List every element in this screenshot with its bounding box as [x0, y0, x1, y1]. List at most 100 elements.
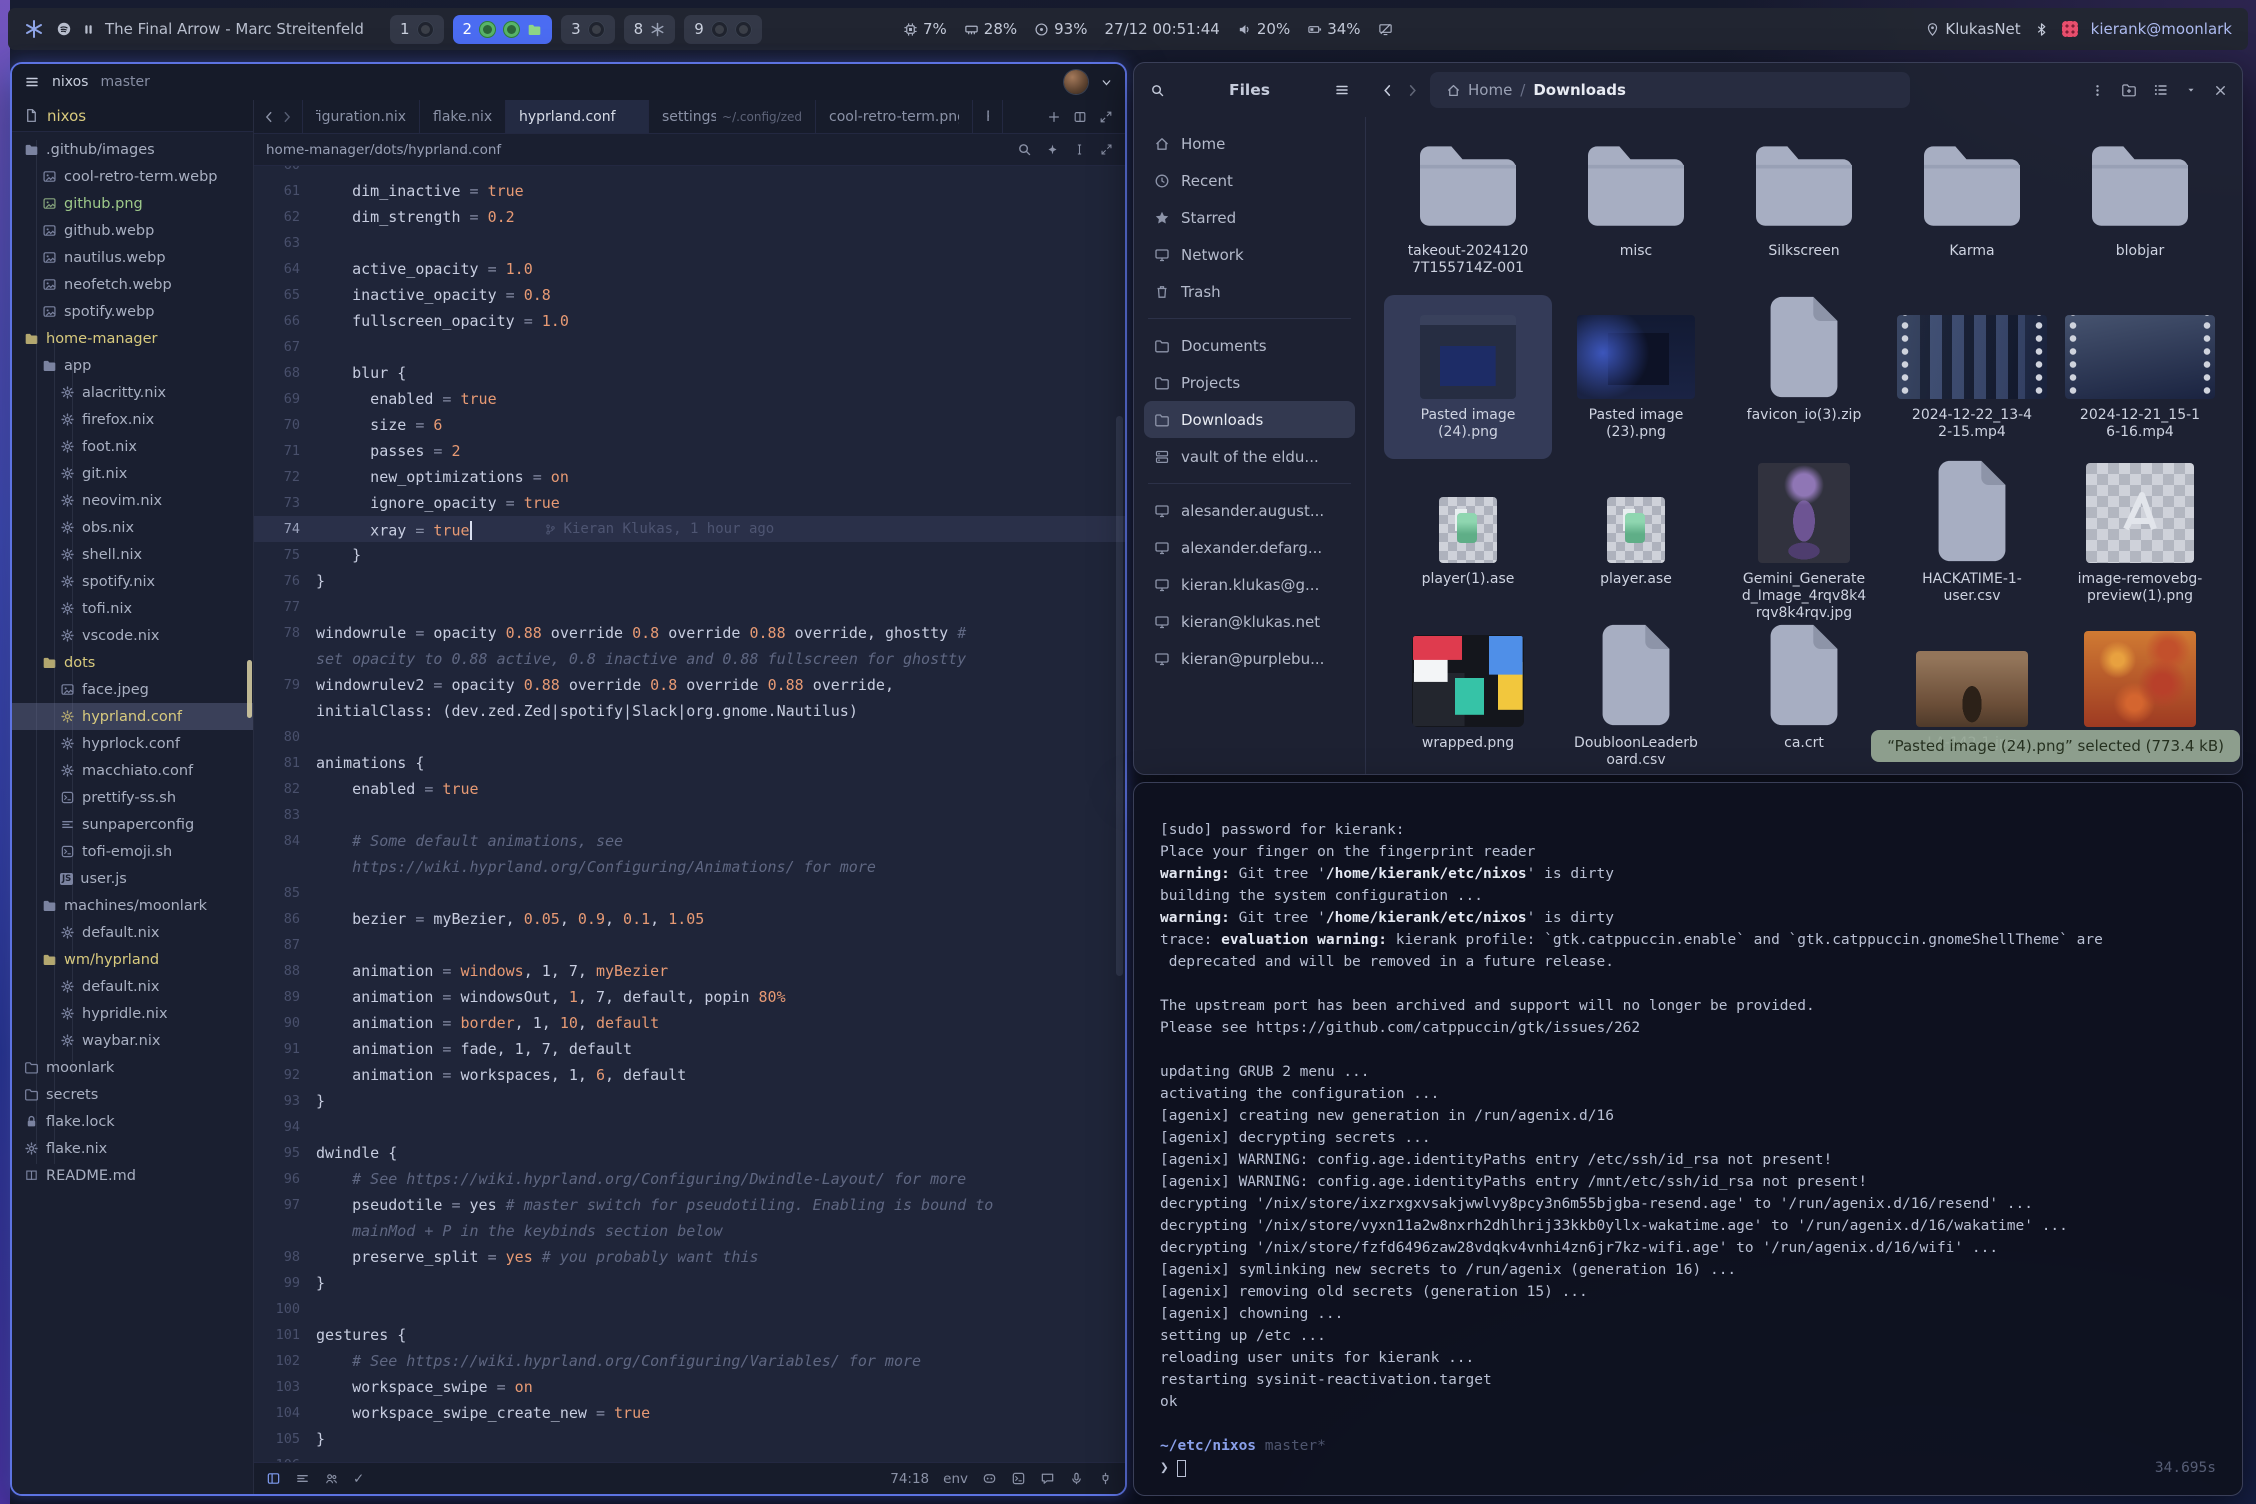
file-item-takeout-2024120[interactable]: takeout-2024120 7T155714Z-001 [1384, 131, 1552, 295]
file-item-blobjar[interactable]: blobjar [2056, 131, 2224, 295]
assist-sparkle-icon[interactable] [1046, 142, 1059, 157]
project-name[interactable]: nixos [52, 74, 88, 90]
file-item-wrapped-png[interactable]: wrapped.png [1384, 623, 1552, 774]
tree-item-neofetch.webp[interactable]: neofetch.webp [12, 271, 253, 298]
workspace-9[interactable]: 9 [684, 15, 762, 44]
media-module[interactable]: The Final Arrow - Marc Streitenfeld [56, 20, 364, 38]
git-branch-label[interactable]: master [100, 74, 149, 90]
tree-item-foot.nix[interactable]: foot.nix [12, 433, 253, 460]
back-icon[interactable] [1380, 83, 1395, 98]
tree-item-flake.lock[interactable]: flake.lock [12, 1108, 253, 1135]
terminal-panel-icon[interactable] [1011, 1471, 1026, 1486]
tab-flake.nix[interactable]: flake.nix [420, 100, 506, 133]
expand-icon[interactable] [1099, 110, 1113, 124]
tree-item-macchiato.conf[interactable]: macchiato.conf [12, 757, 253, 784]
file-item-player-ase[interactable]: player.ase [1552, 459, 1720, 623]
project-panel-toggle-icon[interactable] [266, 1471, 281, 1486]
tree-item-tofi.nix[interactable]: tofi.nix [12, 595, 253, 622]
bluetooth-icon[interactable] [2034, 22, 2049, 37]
sidebar-item-recent[interactable]: Recent [1144, 162, 1355, 199]
tree-item-wm/hyprland[interactable]: wm/hyprland [12, 946, 253, 973]
file-item-karma[interactable]: Karma [1888, 131, 2056, 295]
close-icon[interactable] [2213, 83, 2228, 98]
hamburger-menu-icon[interactable] [1334, 82, 1350, 98]
file-item-hackatime-1-[interactable]: HACKATIME-1- user.csv [1888, 459, 2056, 623]
network-module[interactable]: KlukasNet [1925, 20, 2020, 38]
view-caret-icon[interactable] [2185, 84, 2197, 96]
sidebar-item-network[interactable]: Network [1144, 236, 1355, 273]
sidebar-item-kieran-klukas-g-[interactable]: kieran.klukas@g... [1144, 566, 1355, 603]
nixos-logo-icon[interactable] [24, 19, 44, 39]
workspace-3[interactable]: 3 [561, 15, 615, 44]
tree-item-default.nix[interactable]: default.nix [12, 973, 253, 1000]
ram-module[interactable]: 28% [964, 20, 1017, 38]
new-tab-icon[interactable] [1047, 110, 1061, 124]
copilot-icon[interactable] [982, 1471, 997, 1486]
tree-item-alacritty.nix[interactable]: alacritty.nix [12, 379, 253, 406]
tab-configuration.nix[interactable]: configuration.nix [302, 100, 420, 133]
file-item-gemini-generate[interactable]: Gemini_Generate d_Image_4rqv8k4 rqv8k4rq… [1720, 459, 1888, 623]
ibeam-icon[interactable] [1073, 142, 1086, 157]
breadcrumb[interactable]: home-manager/dots/hyprland.conf [266, 142, 501, 158]
sidebar-item-vault-of-the-eldu-[interactable]: vault of the eldu... [1144, 438, 1355, 475]
tree-item-github.png[interactable]: github.png [12, 190, 253, 217]
collab-panel-icon[interactable] [324, 1471, 339, 1486]
tree-item-spotify.webp[interactable]: spotify.webp [12, 298, 253, 325]
path-bar[interactable]: Home / Downloads [1430, 72, 1910, 108]
sidebar-item-projects[interactable]: Projects [1144, 364, 1355, 401]
env-label[interactable]: env [943, 1471, 968, 1487]
sidebar-item-alexander-defarg-[interactable]: alexander.defarg... [1144, 529, 1355, 566]
tree-item-.github/images[interactable]: .github/images [12, 136, 253, 163]
cursor-position[interactable]: 74:18 [890, 1471, 929, 1487]
sidebar-item-kieran-klukas-net[interactable]: kieran@klukas.net [1144, 603, 1355, 640]
tree-item-flake.nix[interactable]: flake.nix [12, 1135, 253, 1162]
avatar[interactable] [1064, 70, 1088, 94]
sidebar-item-kieran-purplebu-[interactable]: kieran@purplebu... [1144, 640, 1355, 677]
disk-module[interactable]: 93% [1034, 20, 1087, 38]
assistant-panel-icon[interactable] [1040, 1471, 1055, 1486]
sidebar-item-home[interactable]: Home [1144, 125, 1355, 162]
workspace-8[interactable]: 8 [624, 15, 676, 44]
screen-module[interactable] [1378, 22, 1393, 37]
path-root[interactable]: Home [1468, 81, 1512, 99]
tree-item-git.nix[interactable]: git.nix [12, 460, 253, 487]
file-item-player-1-ase[interactable]: player(1).ase [1384, 459, 1552, 623]
search-icon[interactable] [1017, 142, 1032, 157]
tree-item-cool-retro-term.webp[interactable]: cool-retro-term.webp [12, 163, 253, 190]
terminal-window[interactable]: [sudo] password for kierank:Place your f… [1133, 782, 2243, 1496]
tree-item-vscode.nix[interactable]: vscode.nix [12, 622, 253, 649]
tab-cool-retro-term.png[interactable]: cool-retro-term.png [816, 100, 973, 133]
bat-module[interactable]: 34% [1307, 20, 1360, 38]
nav-back-icon[interactable] [262, 110, 276, 124]
project-root-row[interactable]: nixos [12, 100, 253, 132]
file-item-misc[interactable]: misc [1552, 131, 1720, 295]
tab-README.md[interactable]: README.md [973, 100, 1003, 133]
clock-module[interactable]: 27/12 00:51:44 [1104, 20, 1219, 38]
tree-item-user.js[interactable]: JSuser.js [12, 865, 253, 892]
code-editor[interactable]: 6061dim_inactive = true62dim_strength = … [254, 166, 1125, 1462]
file-item-image-removebg-[interactable]: image-removebg- preview(1).png [2056, 459, 2224, 623]
tree-item-neovim.nix[interactable]: neovim.nix [12, 487, 253, 514]
tree-item-prettify-ss.sh[interactable]: prettify-ss.sh [12, 784, 253, 811]
selection-mode-icon[interactable] [1100, 142, 1113, 157]
tree-item-sunpaperconfig[interactable]: sunpaperconfig [12, 811, 253, 838]
file-item-2024-12-22-13-4[interactable]: 2024-12-22_13-4 2-15.mp4 [1888, 295, 2056, 459]
menu-icon[interactable] [24, 74, 40, 90]
forward-icon[interactable] [1405, 83, 1420, 98]
tree-item-dots[interactable]: dots [12, 649, 253, 676]
outline-panel-icon[interactable] [295, 1471, 310, 1486]
cpu-module[interactable]: 7% [903, 20, 947, 38]
workspace-1[interactable]: 1 [390, 15, 444, 44]
terminal-prompt[interactable]: ❯34.695s [1160, 1457, 2216, 1479]
file-item-pasted-image[interactable]: Pasted image (23).png [1552, 295, 1720, 459]
sidebar-item-documents[interactable]: Documents [1144, 327, 1355, 364]
tree-item-tofi-emoji.sh[interactable]: tofi-emoji.sh [12, 838, 253, 865]
mic-icon[interactable] [1069, 1471, 1084, 1486]
file-item-ca-crt[interactable]: ca.crt [1720, 623, 1888, 774]
kebab-menu-icon[interactable] [2090, 83, 2105, 98]
tree-item-face.jpeg[interactable]: face.jpeg [12, 676, 253, 703]
tree-item-moonlark[interactable]: moonlark [12, 1054, 253, 1081]
nav-forward-icon[interactable] [280, 110, 294, 124]
vol-module[interactable]: 20% [1237, 20, 1290, 38]
tree-item-README.md[interactable]: README.md [12, 1162, 253, 1189]
